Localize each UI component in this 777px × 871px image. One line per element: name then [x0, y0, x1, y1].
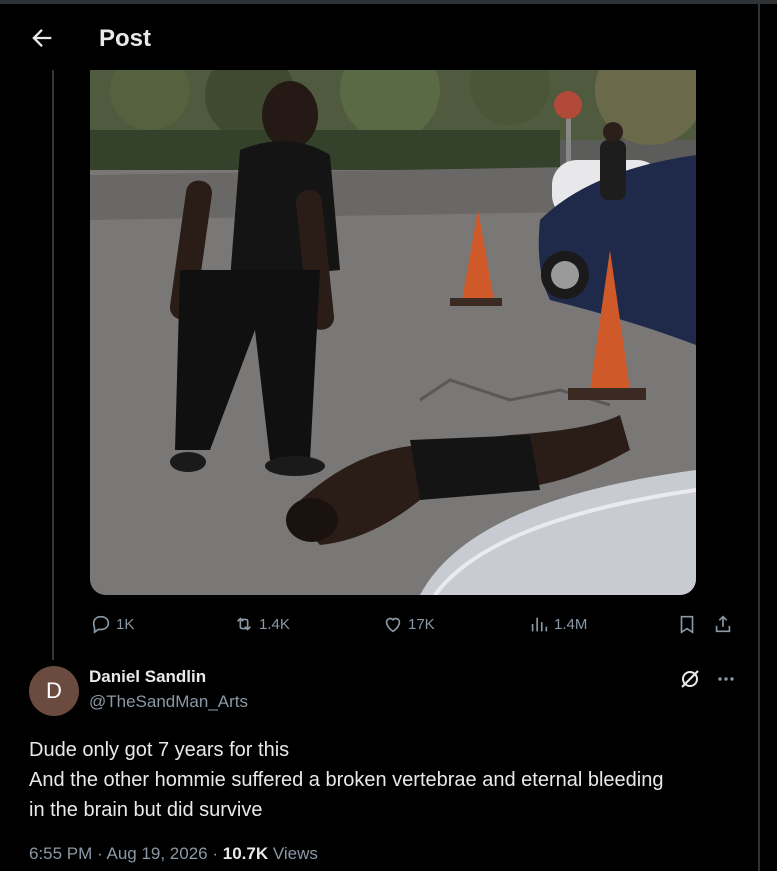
- author-name[interactable]: Daniel Sandlin: [89, 667, 206, 687]
- post-time[interactable]: 6:55 PM: [29, 844, 92, 863]
- analytics-icon: [531, 617, 548, 632]
- post-date[interactable]: Aug 19, 2026: [106, 844, 207, 863]
- bookmark-icon: [680, 615, 694, 634]
- post-text-line: Dude only got 7 years for this: [29, 739, 290, 761]
- post-text: Dude only got 7 years for this And the o…: [29, 735, 739, 825]
- post-views-label: Views: [268, 844, 318, 863]
- thread-connector: [52, 70, 54, 660]
- post-view-count: 10.7K: [222, 844, 269, 863]
- post-text-line: in the brain but did survive: [29, 799, 263, 821]
- grok-button[interactable]: [678, 667, 702, 691]
- author-handle[interactable]: @TheSandMan_Arts: [89, 692, 248, 712]
- repost-icon: [236, 617, 252, 631]
- repost-count: 1.4K: [259, 615, 290, 633]
- views-button[interactable]: 1.4M: [528, 610, 587, 638]
- grok-icon: [681, 670, 699, 688]
- heart-icon: [385, 617, 401, 633]
- more-dots-icon: [718, 677, 734, 681]
- meta-separator: ·: [207, 844, 223, 863]
- back-button[interactable]: [28, 24, 56, 52]
- share-icon: [715, 615, 731, 633]
- views-count: 1.4M: [554, 615, 588, 633]
- more-options-button[interactable]: [714, 667, 738, 691]
- share-button[interactable]: [712, 610, 738, 638]
- post-meta: 6:55 PM · Aug 19, 2026 · 10.7K Views: [29, 844, 318, 864]
- arrow-left-icon: [32, 29, 52, 47]
- post-video[interactable]: [90, 70, 696, 595]
- post-text-line: And the other hommie suffered a broken v…: [29, 769, 664, 791]
- reply-icon: [92, 615, 110, 634]
- page-title: Post: [99, 25, 152, 52]
- post-header: Post: [0, 4, 758, 70]
- avatar[interactable]: D: [29, 666, 79, 716]
- post-action-bar: 1K 1.4K 17K 1.4M: [90, 610, 740, 638]
- like-count: 17K: [408, 615, 435, 633]
- bookmark-button[interactable]: [676, 610, 702, 638]
- right-border: [758, 0, 760, 871]
- reply-button[interactable]: 1K: [90, 610, 134, 638]
- video-still-image: [90, 70, 696, 595]
- avatar-letter: D: [46, 678, 62, 703]
- repost-button[interactable]: 1.4K: [233, 610, 290, 638]
- reply-count: 1K: [116, 615, 135, 633]
- like-button[interactable]: 17K: [382, 610, 435, 638]
- meta-separator: ·: [92, 844, 107, 863]
